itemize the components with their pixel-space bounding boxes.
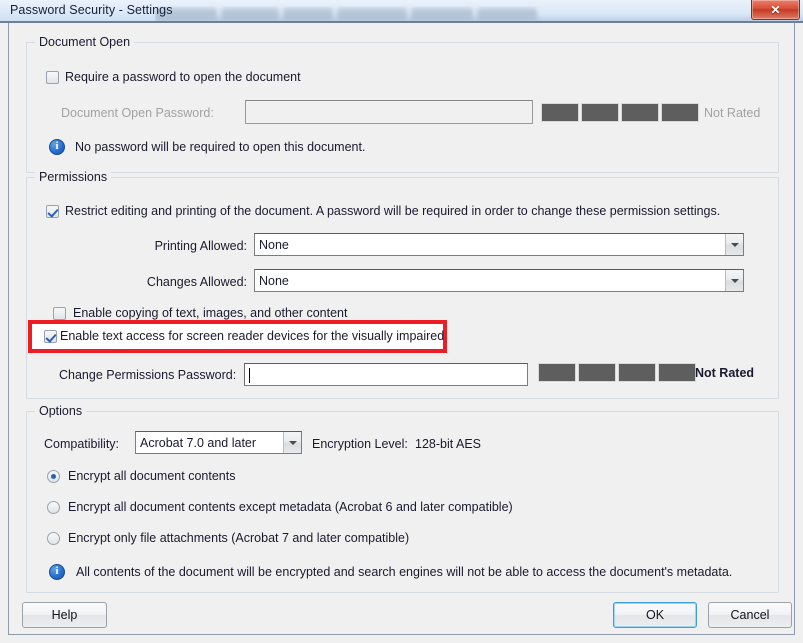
options-group-title: Options — [35, 404, 87, 418]
restrict-editing-label: Restrict editing and printing of the doc… — [65, 204, 721, 218]
screen-reader-label: Enable text access for screen reader dev… — [60, 329, 445, 343]
require-password-checkbox[interactable] — [46, 71, 59, 84]
info-icon: i — [49, 139, 65, 155]
changes-allowed-combo[interactable]: None — [254, 269, 744, 292]
text-caret — [249, 368, 250, 383]
cancel-button[interactable]: Cancel — [708, 602, 792, 628]
printing-allowed-value: None — [259, 237, 289, 252]
chevron-down-icon[interactable] — [725, 234, 743, 255]
strength-segment — [538, 363, 576, 382]
close-button[interactable]: ✕ — [751, 0, 800, 20]
permissions-strength-label: Not Rated — [695, 366, 755, 380]
strength-segment — [661, 103, 699, 122]
ok-button[interactable]: OK — [613, 602, 697, 628]
document-open-password-label: Document Open Password: — [61, 106, 214, 120]
radio-encrypt-except-metadata[interactable] — [47, 501, 60, 514]
strength-segment — [658, 363, 696, 382]
document-open-password-input[interactable] — [245, 100, 533, 124]
cancel-button-label: Cancel — [730, 608, 770, 622]
printing-allowed-label: Printing Allowed: — [154, 239, 247, 253]
change-permissions-password-label: Change Permissions Password: — [59, 368, 237, 382]
compatibility-label: Compatibility: — [44, 437, 120, 451]
permissions-group-title: Permissions — [35, 170, 112, 184]
help-button[interactable]: Help — [22, 602, 107, 628]
document-open-strength-meter — [541, 103, 699, 122]
document-open-info-text: No password will be required to open thi… — [75, 140, 366, 154]
strength-segment — [581, 103, 619, 122]
window-title: Password Security - Settings — [10, 3, 173, 17]
permissions-group: Permissions Restrict editing and printin… — [26, 170, 779, 399]
info-icon: i — [49, 564, 65, 580]
radio-encrypt-only-attachments[interactable] — [47, 532, 60, 545]
background-tab-strip — [155, 6, 803, 21]
radio-encrypt-all-contents-label: Encrypt all document contents — [68, 469, 236, 483]
options-info-text: All contents of the document will be enc… — [76, 565, 733, 579]
changes-allowed-label: Changes Allowed: — [146, 275, 247, 289]
enable-copying-label: Enable copying of text, images, and othe… — [73, 306, 348, 320]
compatibility-combo[interactable]: Acrobat 7.0 and later — [135, 431, 302, 454]
chevron-down-icon[interactable] — [283, 432, 301, 453]
encryption-level-value: 128-bit AES — [415, 437, 482, 451]
document-open-group-title: Document Open — [35, 35, 135, 49]
help-button-label: Help — [51, 608, 78, 622]
title-bar: Password Security - Settings ✕ — [0, 0, 803, 21]
strength-segment — [618, 363, 656, 382]
document-open-group: Document Open Require a password to open… — [26, 35, 779, 173]
close-icon: ✕ — [770, 2, 781, 17]
strength-segment — [578, 363, 616, 382]
ok-button-label: OK — [645, 608, 665, 622]
changes-allowed-value: None — [259, 273, 289, 288]
printing-allowed-combo[interactable]: None — [254, 233, 744, 256]
permissions-strength-meter — [538, 363, 696, 382]
radio-encrypt-all-contents[interactable] — [47, 470, 60, 483]
options-group: Options Compatibility: Acrobat 7.0 and l… — [26, 404, 779, 593]
screen-reader-checkbox[interactable] — [44, 330, 57, 343]
chevron-down-icon[interactable] — [725, 270, 743, 291]
compatibility-value: Acrobat 7.0 and later — [140, 435, 257, 450]
radio-encrypt-except-metadata-label: Encrypt all document contents except met… — [68, 500, 513, 514]
enable-copying-checkbox[interactable] — [53, 307, 66, 320]
document-open-strength-label: Not Rated — [704, 106, 761, 120]
restrict-editing-checkbox[interactable] — [46, 205, 59, 218]
encryption-level-label: Encryption Level: — [312, 437, 408, 451]
strength-segment — [621, 103, 659, 122]
strength-segment — [541, 103, 579, 122]
change-permissions-password-input[interactable] — [244, 363, 528, 386]
radio-encrypt-only-attachments-label: Encrypt only file attachments (Acrobat 7… — [68, 531, 410, 545]
password-security-dialog: Password Security - Settings ✕ Document … — [0, 0, 803, 643]
require-password-label: Require a password to open the document — [65, 70, 301, 84]
